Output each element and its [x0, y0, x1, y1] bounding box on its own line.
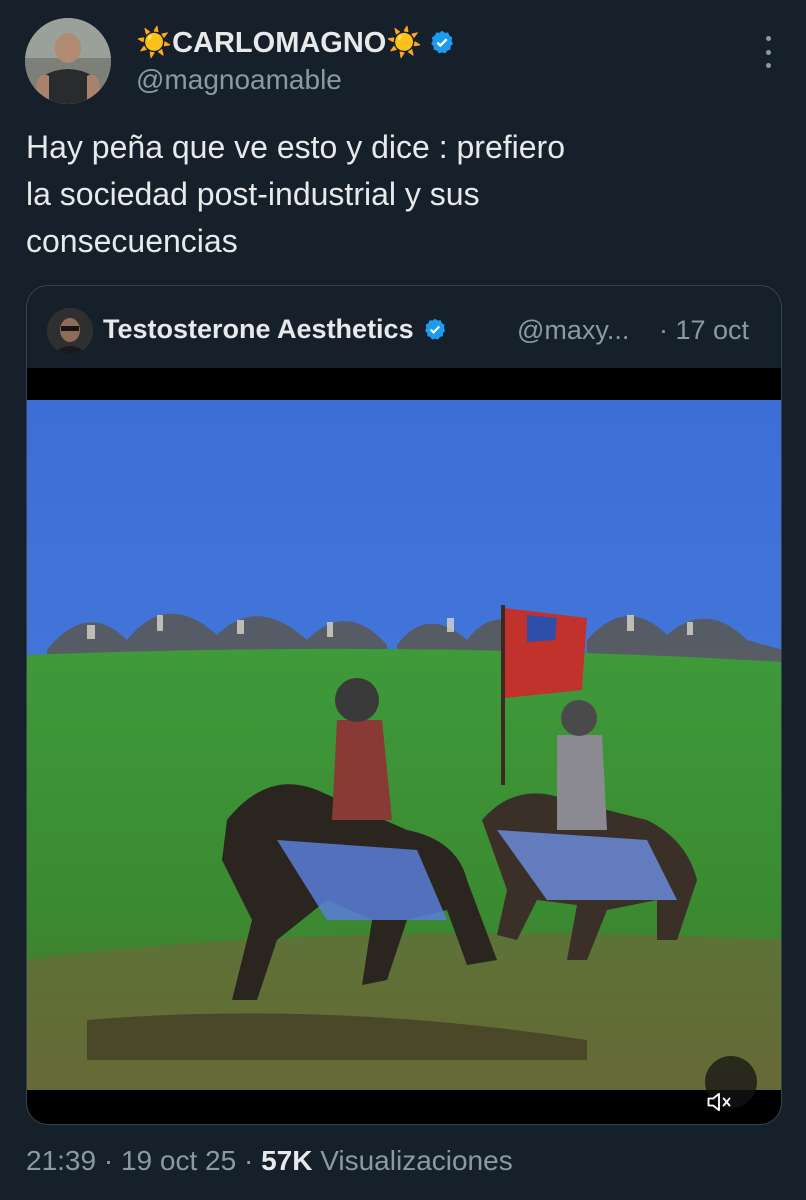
separator: · [243, 1145, 254, 1176]
quoted-author-avatar[interactable] [47, 308, 93, 354]
quoted-display-name: Testosterone Aesthetics [103, 314, 414, 344]
verified-badge-icon [424, 318, 445, 340]
author-handle[interactable]: @magnoamable [136, 64, 342, 96]
video-frame [27, 400, 781, 1090]
quoted-avatar-image [47, 308, 93, 354]
verified-badge-icon [431, 30, 454, 54]
tweet-text: Hay peña que ve esto y dice : prefiero l… [26, 124, 726, 265]
quoted-video[interactable] [27, 368, 781, 1124]
views-count: 57K [261, 1145, 313, 1176]
author-avatar-image [25, 18, 111, 104]
more-dot [765, 49, 771, 55]
speaker-muted-icon [707, 1092, 731, 1112]
tweet-text-line: Hay peña que ve esto y dice : prefiero [26, 129, 565, 165]
author-avatar[interactable] [25, 18, 111, 104]
tweet-text-line: la sociedad post-industrial y sus [26, 176, 480, 212]
tweet-time[interactable]: 21:39 [26, 1145, 96, 1176]
quoted-tweet[interactable]: Testosterone Aesthetics @maxy... · 17 oc… [26, 285, 782, 1125]
more-options-icon[interactable] [756, 36, 780, 68]
mute-button[interactable] [705, 1056, 757, 1112]
tweet-text-line: consecuencias [26, 223, 238, 259]
tweet-meta: 21:39 · 19 oct 25 · 57K Visualizaciones [26, 1145, 513, 1177]
separator: · [103, 1145, 114, 1176]
more-dot [765, 63, 771, 68]
tweet-date[interactable]: 19 oct 25 [121, 1145, 236, 1176]
tweet: ☀️CARLOMAGNO☀️ @magnoamable Hay peña que… [0, 0, 806, 1200]
more-dot [765, 36, 771, 41]
quoted-author-name[interactable]: Testosterone Aesthetics [103, 314, 448, 345]
author-display-name: ☀️CARLOMAGNO☀️ [136, 27, 423, 59]
quoted-date[interactable]: · 17 oct [659, 315, 749, 346]
views-label: Visualizaciones [320, 1145, 513, 1176]
quoted-author-handle[interactable]: @maxy... [517, 315, 629, 346]
author-name[interactable]: ☀️CARLOMAGNO☀️ [136, 26, 456, 60]
